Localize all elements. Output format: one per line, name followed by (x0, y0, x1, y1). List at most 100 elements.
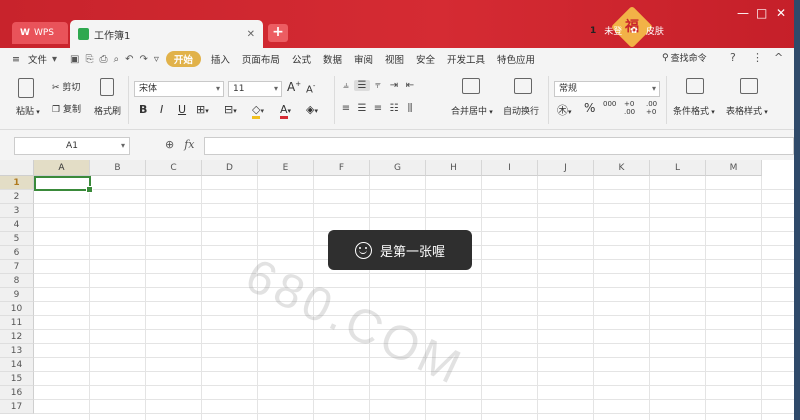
clear-format-icon[interactable]: ◈▾ (306, 103, 318, 116)
command-search[interactable]: ⚲ 查找命令 (662, 51, 707, 65)
tab-formula[interactable]: 公式 (286, 52, 317, 66)
merge-center-button[interactable]: 合并居中 ▾ (451, 104, 493, 117)
chevron-down-icon[interactable]: ▾ (49, 54, 60, 65)
print-icon[interactable]: ⎙ (96, 54, 110, 65)
column-header[interactable]: K (594, 160, 650, 176)
row-header[interactable]: 17 (0, 400, 34, 414)
column-header[interactable]: H (426, 160, 482, 176)
cut-button[interactable]: ✂ 剪切 (52, 80, 80, 93)
row-header[interactable]: 15 (0, 372, 34, 386)
paste-button[interactable]: 粘贴 ▾ (16, 104, 40, 117)
row-header[interactable]: 16 (0, 386, 34, 400)
column-header[interactable]: A (34, 160, 90, 176)
column-header[interactable]: C (146, 160, 202, 176)
align-top-icon[interactable]: ⫨ (338, 80, 354, 91)
collapse-ribbon-icon[interactable]: ^ (774, 51, 783, 64)
tab-page-layout[interactable]: 页面布局 (236, 52, 286, 66)
row-header[interactable]: 11 (0, 316, 34, 330)
row-header[interactable]: 2 (0, 190, 34, 204)
number-format-select[interactable]: 常规 ▾ (554, 81, 660, 97)
currency-icon[interactable]: ㊍▾ (557, 102, 572, 118)
increase-decimal-button[interactable]: +0 .00 (624, 100, 640, 116)
align-bottom-icon[interactable]: ⫧ (370, 80, 386, 91)
new-tab-button[interactable]: + (268, 24, 288, 42)
align-middle-icon[interactable]: ☰ (354, 80, 370, 91)
tab-security[interactable]: 安全 (410, 52, 441, 66)
row-header[interactable]: 10 (0, 302, 34, 316)
table-style-button[interactable]: 表格样式 ▾ (726, 104, 768, 117)
column-header[interactable]: M (706, 160, 762, 176)
more-icon[interactable]: ⋮ (752, 51, 763, 64)
align-right-icon[interactable]: ≡ (370, 103, 386, 114)
redo-icon[interactable]: ↷ (136, 54, 150, 65)
row-header[interactable]: 5 (0, 232, 34, 246)
tab-start[interactable]: 开始 (165, 51, 201, 67)
font-name-select[interactable]: 宋体 ▾ (134, 81, 224, 97)
print-preview-icon[interactable]: ⌕ (110, 54, 122, 65)
row-header[interactable]: 12 (0, 330, 34, 344)
row-header[interactable]: 7 (0, 260, 34, 274)
outdent-icon[interactable]: ⇤ (402, 80, 418, 91)
row-header[interactable]: 6 (0, 246, 34, 260)
decrease-decimal-button[interactable]: .00 +0 (646, 100, 662, 116)
merge-center-icon[interactable] (462, 78, 480, 97)
column-header[interactable]: E (258, 160, 314, 176)
format-painter-icon[interactable] (100, 78, 114, 99)
borders-icon[interactable]: ⊞▾ (196, 103, 209, 116)
column-header[interactable]: L (650, 160, 706, 176)
justify-icon[interactable]: ☷ (386, 103, 402, 114)
row-header[interactable]: 8 (0, 274, 34, 288)
format-painter-button[interactable]: 格式刷 (94, 104, 121, 117)
font-grow-button[interactable]: A+ (287, 80, 301, 94)
formula-input[interactable] (204, 137, 794, 155)
undo-icon[interactable]: ↶ (122, 54, 136, 65)
column-header[interactable]: I (482, 160, 538, 176)
document-tab[interactable]: 工作簿1 ✕ (70, 20, 263, 48)
select-all-corner[interactable] (0, 160, 34, 176)
save-icon[interactable]: ▣ (60, 54, 82, 65)
spreadsheet-grid[interactable]: A B C D E F G H I J K L M 1 2 3 4 5 6 7 8 9 10 11 12 13 14 15 16 17 68… (0, 160, 800, 420)
name-box[interactable]: A1 ▾ (14, 137, 130, 155)
thousands-separator-button[interactable]: 000 (603, 100, 616, 108)
tab-view[interactable]: 视图 (379, 52, 410, 66)
column-header[interactable]: G (370, 160, 426, 176)
export-icon[interactable]: ⎘ (82, 54, 96, 65)
copy-button[interactable]: ❐ 复制 (52, 102, 81, 115)
align-left-icon[interactable]: ≡ (338, 103, 354, 114)
paste-icon[interactable] (18, 78, 34, 101)
file-menu[interactable]: 文件 (26, 52, 49, 66)
row-header[interactable]: 4 (0, 218, 34, 232)
close-tab-icon[interactable]: ✕ (247, 29, 255, 40)
wps-home-tab[interactable]: W WPS (12, 22, 68, 44)
wrap-text-button[interactable]: 自动换行 (503, 104, 539, 117)
wrap-text-icon[interactable] (514, 78, 532, 97)
distribute-icon[interactable]: ⫼ (402, 103, 418, 114)
column-header[interactable]: J (538, 160, 594, 176)
row-header[interactable]: 9 (0, 288, 34, 302)
font-color-icon[interactable]: A▾ (280, 103, 291, 119)
underline-button[interactable]: U (178, 103, 186, 116)
tab-data[interactable]: 数据 (317, 52, 348, 66)
active-cell-a1[interactable] (34, 176, 93, 193)
font-size-select[interactable]: 11 ▾ (228, 81, 282, 97)
conditional-format-button[interactable]: 条件格式 ▾ (673, 104, 715, 117)
zoom-search-icon[interactable]: ⊕ (165, 138, 174, 151)
italic-button[interactable]: I (160, 103, 163, 116)
tab-insert[interactable]: 插入 (205, 52, 236, 66)
row-header[interactable]: 14 (0, 358, 34, 372)
font-shrink-button[interactable]: A- (306, 82, 315, 95)
column-header[interactable]: F (314, 160, 370, 176)
table-style-icon[interactable] (740, 78, 758, 97)
close-button[interactable]: ✕ (776, 6, 786, 20)
column-header[interactable]: B (90, 160, 146, 176)
indent-icon[interactable]: ⇥ (386, 80, 402, 91)
skin-label[interactable]: 皮肤 (646, 24, 664, 37)
fill-color-icon[interactable]: ◇▾ (252, 103, 264, 119)
maximize-button[interactable]: □ (756, 6, 767, 20)
tab-features[interactable]: 特色应用 (491, 52, 541, 66)
tab-review[interactable]: 审阅 (348, 52, 379, 66)
row-header[interactable]: 13 (0, 344, 34, 358)
fx-icon[interactable]: fx (184, 138, 194, 151)
row-header[interactable]: 3 (0, 204, 34, 218)
tab-developer[interactable]: 开发工具 (441, 52, 491, 66)
